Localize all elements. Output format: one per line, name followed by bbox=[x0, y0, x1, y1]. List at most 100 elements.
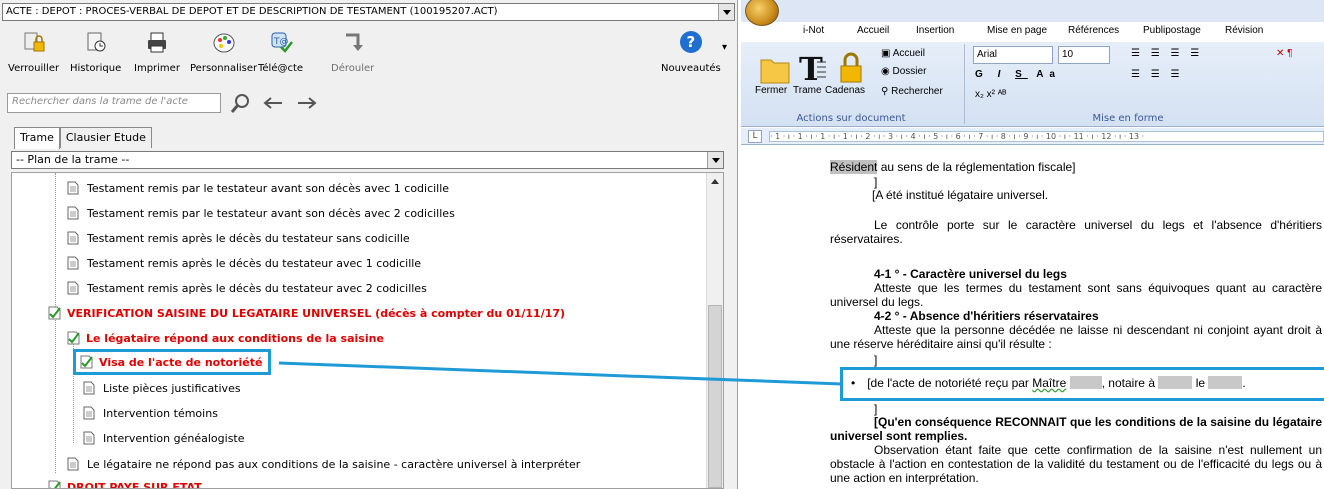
group-label-actions: Actions sur document bbox=[796, 113, 906, 124]
checked-page-icon bbox=[48, 306, 61, 320]
align-buttons[interactable]: ☰ ☰ ☰ bbox=[1131, 69, 1183, 80]
imprimer-button[interactable]: Imprimer bbox=[134, 30, 180, 74]
page-icon bbox=[67, 206, 79, 220]
tab-stop-icon[interactable]: L bbox=[748, 130, 762, 143]
tree-item[interactable]: Le légataire ne répond pas aux condition… bbox=[67, 453, 580, 475]
lock-icon bbox=[24, 32, 45, 52]
tree-item[interactable]: Testament remis par le testateur avant s… bbox=[67, 202, 455, 224]
ribbon-tabs bbox=[741, 0, 1324, 26]
teleacte-button[interactable]: T@ Télé@cte bbox=[258, 30, 303, 74]
dossier-button[interactable]: ◉ Dossier bbox=[881, 66, 926, 77]
font-name-select[interactable]: Arial bbox=[973, 46, 1053, 64]
doc-paragraph-bold: [Qu'en conséquence RECONNAIT que les con… bbox=[830, 415, 1322, 443]
doc-bracket: ] bbox=[874, 402, 878, 416]
tree-item[interactable]: Testament remis après le décès du testat… bbox=[67, 252, 421, 274]
ruler: L · 1 · ı · 1 · ı · 1 · ı · 1 · ı · 2 · … bbox=[741, 128, 1324, 145]
arrow-left-icon[interactable] bbox=[262, 96, 284, 110]
trame-icon[interactable]: T bbox=[797, 48, 827, 88]
search-icon[interactable] bbox=[228, 92, 252, 116]
script-buttons[interactable]: x₂ x² ᴬᴮ bbox=[975, 89, 1006, 100]
personnaliser-button[interactable]: Personnaliser bbox=[190, 30, 257, 74]
nouveautes-button[interactable]: ? Nouveautés bbox=[661, 30, 721, 74]
lock-icon[interactable] bbox=[837, 50, 865, 86]
doc-paragraph: Observation étant faite que cette confir… bbox=[830, 443, 1322, 485]
list-buttons[interactable]: ☰ ☰ ☰ ☰ bbox=[1131, 48, 1203, 59]
plan-selector[interactable]: -- Plan de la trame -- bbox=[11, 151, 724, 169]
accueil-button[interactable]: ▣ Accueil bbox=[881, 48, 925, 59]
doc-heading: 4-2 ° - Absence d'héritiers réservataire… bbox=[874, 309, 1099, 323]
rechercher-button[interactable]: ⚲ Rechercher bbox=[881, 86, 943, 97]
search-input[interactable]: Rechercher dans la trame de l'acte bbox=[7, 93, 221, 113]
page-icon bbox=[83, 431, 95, 445]
document-selector[interactable]: ACTE : DEPOT : PROCES-VERBAL DE DEPOT ET… bbox=[2, 3, 735, 21]
tree-item[interactable]: Liste pièces justificatives bbox=[83, 377, 241, 399]
tree-guide bbox=[73, 343, 74, 443]
plan-value: -- Plan de la trame -- bbox=[16, 153, 130, 166]
trame-button[interactable]: Trame bbox=[793, 85, 822, 96]
tree-item[interactable]: Testament remis par le testateur avant s… bbox=[67, 177, 449, 199]
page-icon bbox=[67, 231, 79, 245]
chevron-down-icon[interactable] bbox=[718, 4, 734, 20]
scroll-up-icon[interactable] bbox=[707, 173, 723, 189]
redacted-field bbox=[1069, 376, 1102, 389]
page-icon bbox=[67, 281, 79, 295]
tab-i-not[interactable]: i-Not bbox=[803, 25, 824, 36]
document-page[interactable]: Résident au sens de la réglementation fi… bbox=[741, 146, 1324, 489]
doc-paragraph: Atteste que la personne décédée ne laiss… bbox=[830, 323, 1322, 351]
doc-heading: 4-1 ° - Caractère universel du legs bbox=[874, 267, 1067, 281]
pilcrow-icon[interactable]: ✕ ¶ bbox=[1276, 48, 1293, 59]
cadenas-button[interactable]: Cadenas bbox=[825, 85, 865, 96]
arrow-right-icon[interactable] bbox=[296, 96, 318, 110]
teleacte-icon: T@ bbox=[271, 32, 293, 53]
derouler-button[interactable]: Dérouler bbox=[331, 30, 374, 74]
help-icon: ? bbox=[679, 31, 702, 53]
svg-text:T: T bbox=[799, 50, 823, 88]
toolbar: Verrouiller Historique Imprimer Personna… bbox=[0, 26, 738, 86]
tab-accueil[interactable]: Accueil bbox=[857, 25, 889, 36]
verrouiller-button[interactable]: Verrouiller bbox=[8, 30, 59, 74]
page-icon bbox=[67, 256, 79, 270]
bullet-dot: • bbox=[851, 376, 856, 390]
word-editor-panel: i-Not Accueil Insertion Mise en page Réf… bbox=[741, 0, 1324, 489]
redacted-field bbox=[1158, 376, 1193, 389]
doc-paragraph: Le contrôle porte sur le caractère unive… bbox=[830, 218, 1322, 246]
svg-text:T@: T@ bbox=[273, 37, 289, 47]
tab-publipostage[interactable]: Publipostage bbox=[1143, 25, 1201, 36]
doc-paragraph: Atteste que les termes du testament sont… bbox=[830, 281, 1322, 309]
tree-item[interactable]: Testament remis après le décès du testat… bbox=[67, 227, 410, 249]
doc-bracket: ] bbox=[874, 353, 878, 367]
group-label-format: Mise en forme bbox=[1092, 113, 1164, 124]
page-icon bbox=[83, 381, 95, 395]
format-buttons[interactable]: G I S Aa bbox=[975, 69, 1061, 80]
vertical-scrollbar[interactable] bbox=[706, 173, 723, 488]
tree-item[interactable]: Intervention témoins bbox=[83, 402, 218, 424]
chevron-down-icon[interactable] bbox=[707, 152, 723, 168]
tab-insertion[interactable]: Insertion bbox=[916, 25, 954, 36]
panel-tabs: Trame Clausier Etude bbox=[14, 127, 152, 149]
ruler-scale: · 1 · ı · 1 · ı · 1 · ı · 1 · ı · 2 · ı … bbox=[769, 131, 1324, 142]
tab-revision[interactable]: Révision bbox=[1225, 25, 1263, 36]
document-title: ACTE : DEPOT : PROCES-VERBAL DE DEPOT ET… bbox=[6, 6, 498, 17]
office-button[interactable] bbox=[745, 0, 779, 26]
tree-section-verification[interactable]: VERIFICATION SAISINE DU LEGATAIRE UNIVER… bbox=[48, 302, 565, 324]
font-size-select[interactable]: 10 bbox=[1058, 46, 1110, 64]
scroll-thumb[interactable] bbox=[708, 305, 722, 488]
page-icon bbox=[67, 457, 79, 471]
fermer-button[interactable]: Fermer bbox=[755, 85, 787, 96]
tree-item[interactable]: Intervention généalogiste bbox=[83, 427, 245, 449]
chevron-down-icon[interactable]: ▾ bbox=[722, 42, 727, 53]
tree-subsection-repond[interactable]: Le légataire répond aux conditions de la… bbox=[67, 327, 384, 349]
tree-item-visa-selected[interactable]: Visa de l'acte de notoriété bbox=[72, 349, 272, 375]
tree-section-droit[interactable]: DROIT PAYE SUR ETAT bbox=[48, 476, 202, 488]
tab-clausier-etude[interactable]: Clausier Etude bbox=[59, 127, 152, 148]
tab-mise-en-page[interactable]: Mise en page bbox=[987, 25, 1047, 36]
tree-item[interactable]: Testament remis après le décès du testat… bbox=[67, 277, 427, 299]
tab-references[interactable]: Références bbox=[1068, 25, 1119, 36]
tab-trame[interactable]: Trame bbox=[14, 127, 60, 149]
printer-icon bbox=[147, 32, 166, 53]
folder-icon[interactable] bbox=[759, 50, 791, 88]
checked-page-icon bbox=[48, 480, 61, 488]
historique-button[interactable]: Historique bbox=[70, 30, 121, 74]
doc-line: [A été institué légataire universel. bbox=[872, 188, 1049, 202]
trame-tree: Testament remis par le testateur avant s… bbox=[11, 172, 724, 489]
